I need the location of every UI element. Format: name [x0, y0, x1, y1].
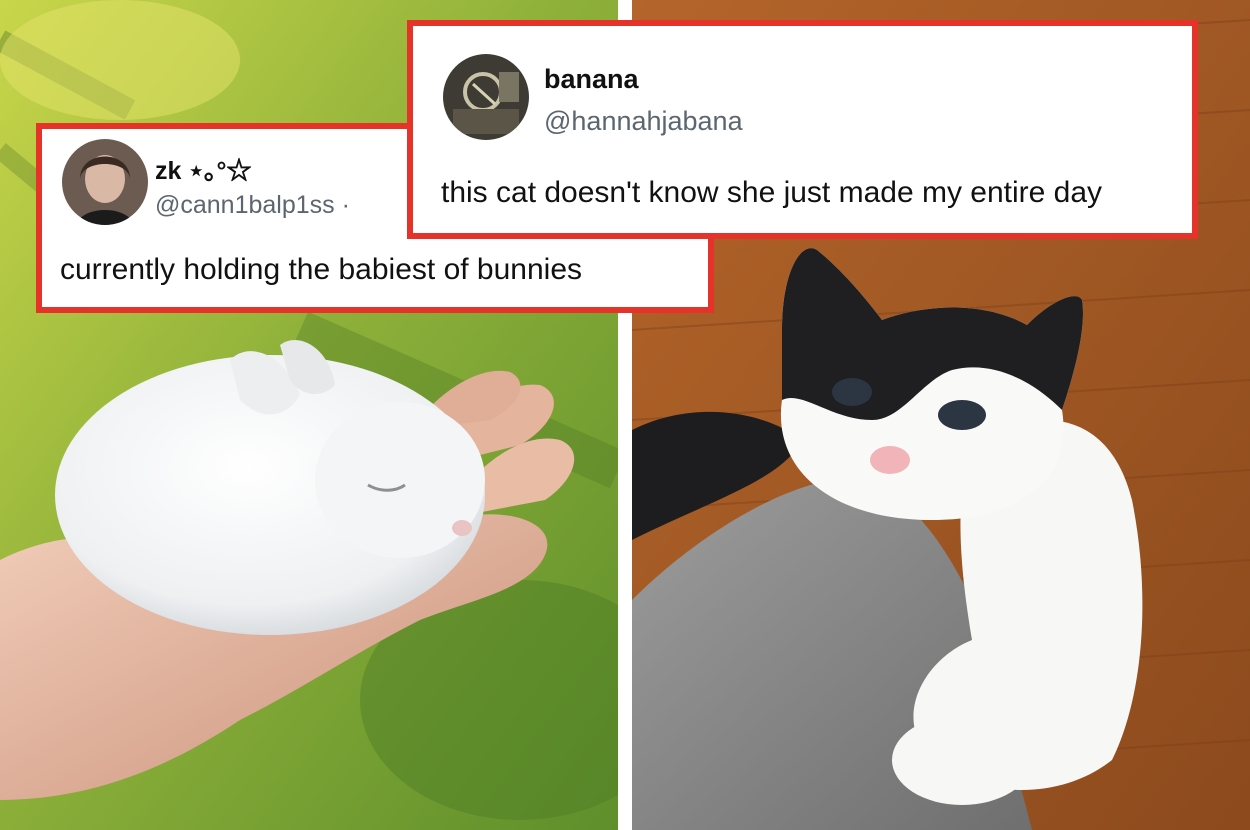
avatar[interactable]: [443, 54, 529, 140]
display-name: banana: [544, 64, 639, 94]
display-name: zk ⋆｡°☆: [155, 157, 252, 185]
user-handle[interactable]: @cann1balp1ss ·: [155, 191, 350, 220]
tweet-text: this cat doesn't know she just made my e…: [441, 176, 1103, 209]
tweet-card-cat: banana @hannahjabana this cat doesn't kn…: [407, 20, 1198, 239]
avatar[interactable]: [62, 139, 148, 225]
tweet-text: currently holding the babiest of bunnies: [60, 253, 583, 286]
user-handle[interactable]: @hannahjabana: [544, 106, 743, 137]
